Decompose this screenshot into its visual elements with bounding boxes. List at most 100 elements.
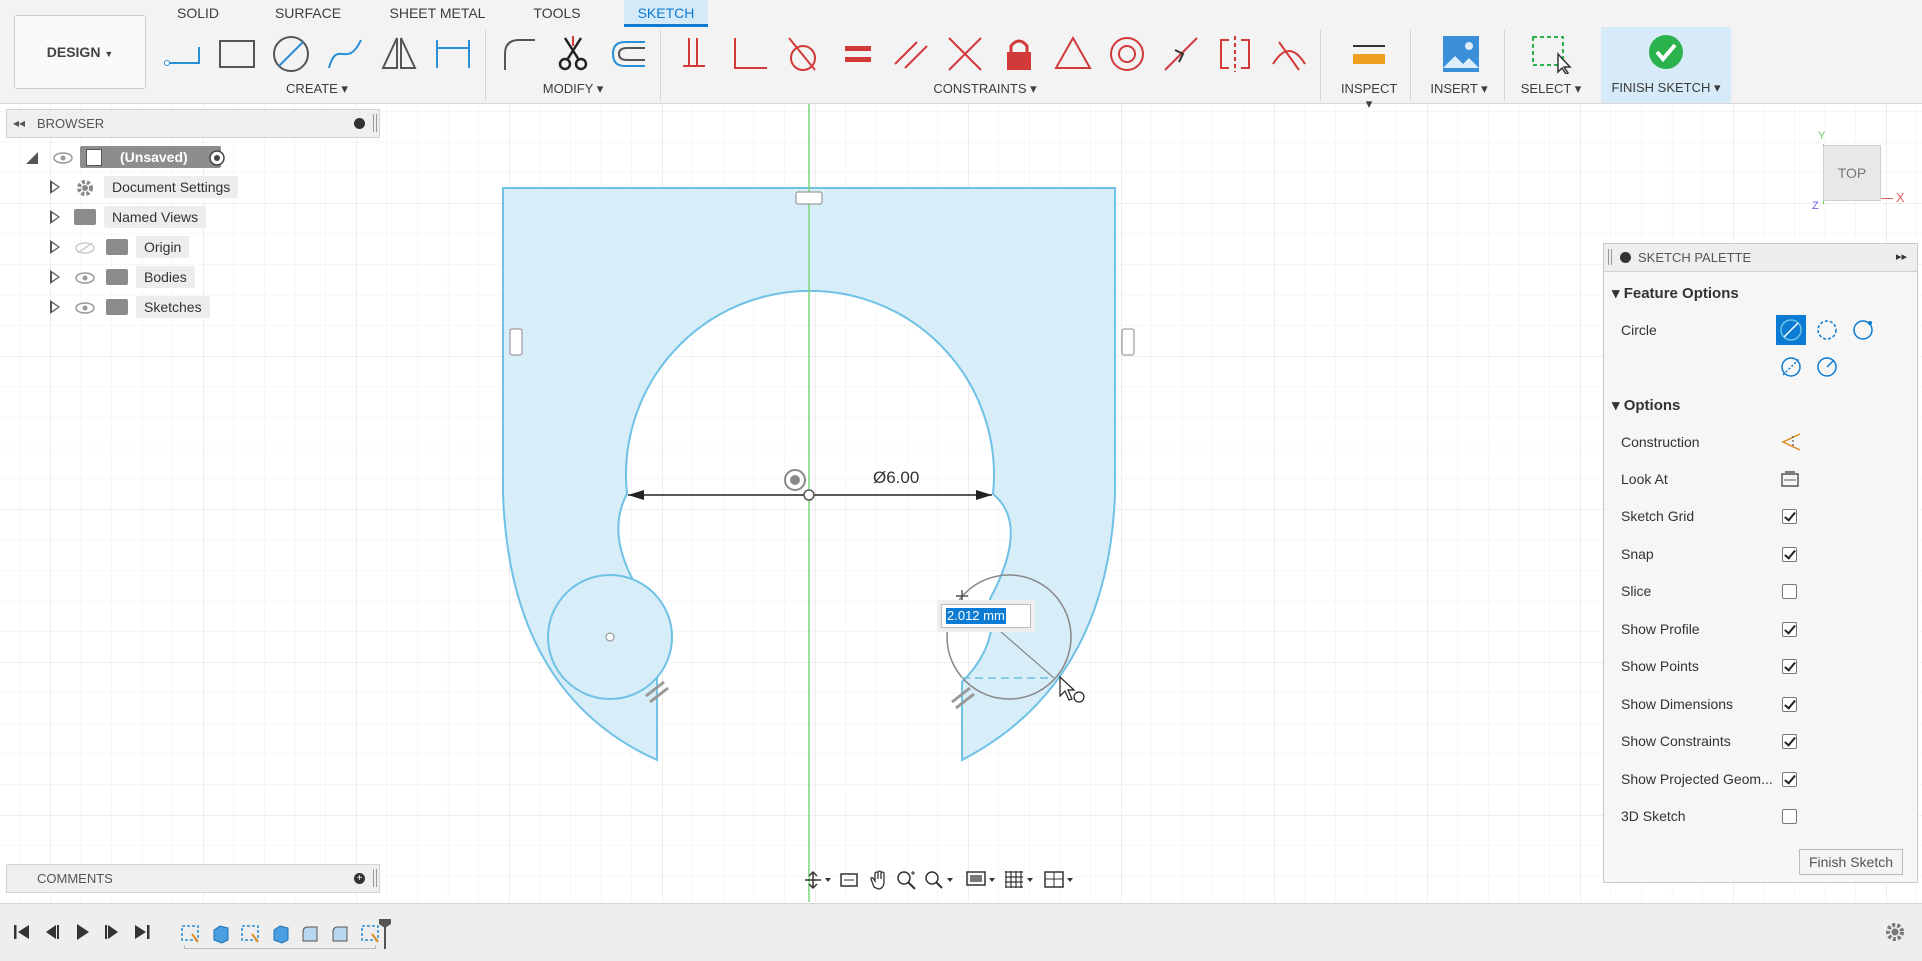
timeline-sketch-icon[interactable] [180,924,200,944]
measure-tool-button[interactable] [1346,33,1392,75]
finish-sketch-button[interactable]: Finish Sketch [1799,849,1903,875]
parallel-constraint-button[interactable] [888,33,934,75]
orbit-icon[interactable] [803,870,833,890]
comments-panel-header[interactable]: COMMENTS + [6,864,380,893]
line-tool-button[interactable] [160,33,206,75]
tab-sheet-metal[interactable]: SHEET METAL [385,0,490,27]
play-icon[interactable] [72,922,92,942]
radio-activate-icon[interactable] [208,149,226,167]
triangle-constraint-button[interactable] [1050,33,1096,75]
concentric-constraint-button[interactable] [1104,33,1150,75]
trim-tool-button[interactable] [550,33,596,75]
insert-image-button[interactable] [1438,33,1484,75]
eye-icon[interactable] [75,302,95,314]
palette-header[interactable]: SKETCH PALETTE ▸▸ [1604,244,1917,272]
inspect-menu[interactable]: INSPECT ▾ [1336,81,1402,111]
timeline-sketch-icon[interactable] [240,924,260,944]
panel-grip-icon[interactable] [373,869,377,887]
perpendicular-constraint-button[interactable] [726,33,772,75]
rectangle-tool-button[interactable] [214,33,260,75]
fillet-tool-button[interactable] [496,33,542,75]
mirror-tool-button[interactable] [376,33,422,75]
expand-arrow-icon[interactable] [50,180,60,194]
step-back-icon[interactable] [42,922,62,942]
fix-constraint-button[interactable] [996,33,1042,75]
finish-sketch-group[interactable]: FINISH SKETCH ▾ [1601,27,1731,103]
dimension-tool-button[interactable] [430,33,476,75]
eye-hidden-icon[interactable] [75,241,95,255]
tangent-constraint-button[interactable] [780,33,826,75]
timeline-fillet-icon[interactable] [330,924,350,944]
spline-tool-button[interactable] [322,33,368,75]
option-checkbox[interactable] [1782,809,1797,824]
panel-grip-icon[interactable] [1608,249,1612,265]
panel-grip-icon[interactable] [373,114,377,132]
construction-toggle-icon[interactable] [1780,432,1802,452]
option-checkbox[interactable] [1782,734,1797,749]
option-checkbox[interactable] [1782,546,1797,562]
viewcube[interactable]: Y X Z TOP [1810,130,1920,215]
browser-panel-header[interactable]: ◂◂ BROWSER [6,109,380,138]
tab-surface[interactable]: SURFACE [268,0,348,27]
expand-arrow-icon[interactable] [50,270,60,284]
option-checkbox[interactable] [1782,509,1797,524]
option-checkbox[interactable] [1782,771,1797,787]
equal-constraint-button[interactable] [834,33,880,75]
zoom-window-icon[interactable] [923,869,957,891]
eye-icon[interactable] [53,152,73,164]
center-diameter-circle-option[interactable] [1776,315,1806,345]
three-point-circle-icon[interactable] [1850,317,1876,343]
workspace-switcher-button[interactable]: DESIGN ▼ [14,15,146,89]
look-at-nav-icon[interactable] [839,870,859,890]
step-forward-icon[interactable] [102,922,122,942]
select-tool-button[interactable] [1528,33,1574,75]
minimize-icon[interactable] [354,118,365,129]
viewports-icon[interactable] [1043,869,1077,891]
tab-solid[interactable]: SOLID [168,0,228,27]
eye-icon[interactable] [75,272,95,284]
tab-sketch[interactable]: SKETCH [624,0,708,27]
coincident-constraint-button[interactable] [672,33,718,75]
insert-menu[interactable]: INSERT ▾ [1426,81,1492,99]
options-header[interactable]: ▾ Options [1612,396,1680,414]
expand-arrow-icon[interactable] [50,210,60,224]
minimize-icon[interactable] [1620,252,1631,263]
option-checkbox[interactable] [1782,621,1797,637]
browser-item-origin[interactable]: Origin [0,234,380,260]
two-tangent-circle-icon[interactable] [1778,354,1804,380]
constraints-menu[interactable]: CONSTRAINTS ▾ [920,81,1050,99]
option-checkbox[interactable] [1782,696,1797,712]
browser-item-sketches[interactable]: Sketches [0,294,380,320]
timeline-extrude-icon[interactable] [210,924,230,944]
zoom-icon[interactable] [895,869,917,891]
select-menu[interactable]: SELECT ▾ [1518,81,1584,99]
collinear-constraint-button[interactable] [942,33,988,75]
create-menu[interactable]: CREATE ▾ [262,81,372,99]
option-checkbox[interactable] [1782,659,1797,674]
tab-tools[interactable]: TOOLS [526,0,588,27]
option-checkbox[interactable] [1782,584,1797,599]
expand-right-icon[interactable]: ▸▸ [1896,244,1907,271]
symmetry-constraint-button[interactable] [1212,33,1258,75]
circle-tool-button[interactable] [268,33,314,75]
add-comment-icon[interactable]: + [354,873,365,884]
timeline-sketch-icon[interactable] [360,924,380,944]
two-point-circle-icon[interactable] [1814,317,1840,343]
viewcube-top-face[interactable]: TOP [1823,145,1881,201]
offset-tool-button[interactable] [604,33,650,75]
feature-options-header[interactable]: ▾ Feature Options [1612,284,1739,302]
grid-settings-icon[interactable] [1003,869,1037,891]
three-tangent-circle-icon[interactable] [1814,354,1840,380]
collapse-left-icon[interactable]: ◂◂ [13,110,25,137]
midpoint-constraint-button[interactable] [1158,33,1204,75]
go-to-end-icon[interactable] [132,922,152,942]
root-component[interactable]: (Unsaved) [80,146,221,168]
browser-item-named-views[interactable]: Named Views [0,204,380,230]
timeline-extrude-icon[interactable] [270,924,290,944]
look-at-icon[interactable] [1780,470,1800,488]
radius-input-box[interactable]: 2.012 mm [941,604,1031,628]
expand-root-icon[interactable] [24,150,40,166]
display-settings-icon[interactable] [965,869,999,891]
browser-root-row[interactable]: (Unsaved) [0,144,380,170]
timeline-settings-gear-icon[interactable] [1883,920,1907,944]
